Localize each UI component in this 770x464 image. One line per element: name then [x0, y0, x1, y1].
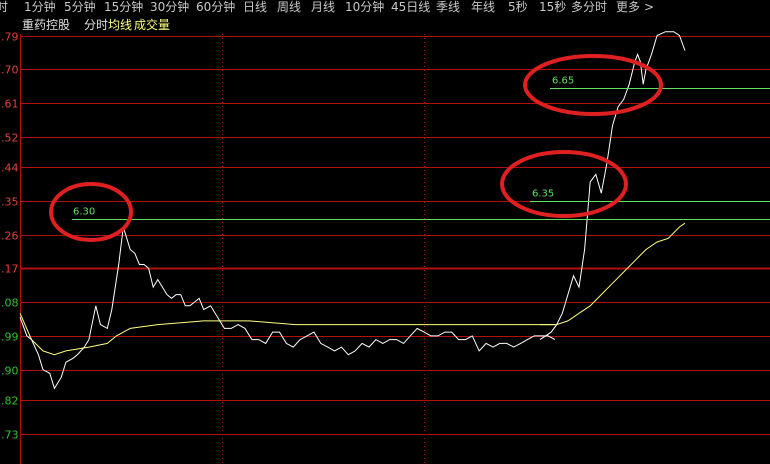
average-line-am — [19, 313, 555, 356]
y-tick-label-5: .35 — [1, 196, 19, 209]
average-line-pm — [540, 222, 686, 326]
level-label-2: 6.65 — [552, 76, 574, 87]
level-label-0: 6.30 — [73, 207, 95, 218]
price-line-am — [19, 226, 556, 390]
y-tick-label-4: .44 — [1, 162, 19, 175]
highlight-circle-1 — [500, 150, 628, 218]
y-tick-label-6: .26 — [1, 230, 19, 243]
y-tick-label-0: .79 — [1, 31, 19, 44]
intraday-chart: .79 .70 .61 .52 .44 .35 .26 .17 .08 .99 .90 .82 .73 6… — [1, 31, 770, 464]
y-tick-label-2: .61 — [1, 98, 19, 111]
highlight-circle-2 — [523, 54, 663, 116]
y-tick-label-3: .52 — [1, 132, 19, 145]
y-tick-label-11: .82 — [1, 395, 19, 408]
y-tick-label-7: .17 — [1, 263, 19, 276]
y-tick-label-8: .08 — [1, 297, 19, 310]
y-tick-label-1: .70 — [1, 64, 19, 77]
y-tick-label-9: .99 — [1, 331, 19, 344]
level-label-1: 6.35 — [532, 189, 554, 200]
y-tick-label-10: .90 — [1, 365, 19, 378]
y-tick-label-12: .73 — [1, 429, 19, 442]
